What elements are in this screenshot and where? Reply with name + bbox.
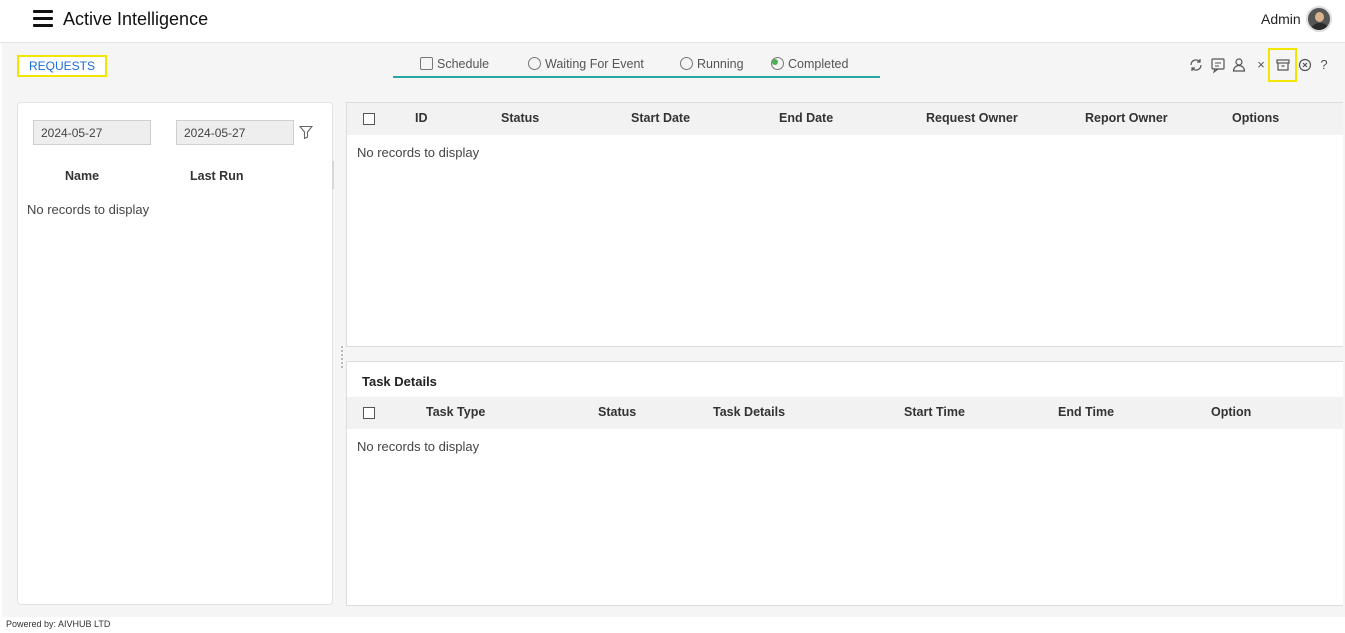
task-details-title: Task Details: [362, 374, 437, 389]
column-header-report-owner[interactable]: Report Owner: [1085, 111, 1168, 125]
status-tabs: Schedule Waiting For Event Running Compl…: [393, 54, 880, 78]
date-to-input[interactable]: [176, 120, 294, 145]
column-header-start-time[interactable]: Start Time: [904, 405, 965, 419]
tab-label: Completed: [788, 57, 849, 71]
user-avatar[interactable]: [1306, 6, 1332, 32]
column-header-start-date[interactable]: Start Date: [631, 111, 690, 125]
comment-icon[interactable]: [1210, 56, 1226, 74]
column-header-options[interactable]: Options: [1232, 111, 1279, 125]
top-bar: Active Intelligence Admin: [0, 0, 1345, 43]
column-resize-handle[interactable]: [332, 161, 334, 189]
date-from-input[interactable]: [33, 120, 151, 145]
column-header-name[interactable]: Name: [65, 169, 99, 183]
tab-completed[interactable]: Completed: [771, 57, 848, 71]
column-header-end-date[interactable]: End Date: [779, 111, 833, 125]
task-details-grid: Task Details Task Type Status Task Detai…: [346, 361, 1343, 606]
column-header-last-run[interactable]: Last Run: [190, 169, 243, 183]
calendar-clock-icon: [420, 57, 433, 70]
requests-section-label[interactable]: REQUESTS: [17, 55, 107, 77]
column-header-task-type[interactable]: Task Type: [426, 405, 485, 419]
tab-label: Schedule: [437, 57, 490, 71]
app-title: Active Intelligence: [63, 9, 209, 29]
tab-running[interactable]: Running: [680, 57, 744, 71]
help-icon[interactable]: ?: [1316, 56, 1332, 74]
archive-highlight: [1268, 48, 1297, 82]
column-header-task-details[interactable]: Task Details: [713, 405, 785, 419]
column-header-request-owner[interactable]: Request Owner: [926, 111, 1018, 125]
user-name[interactable]: Admin: [1261, 11, 1301, 27]
grid-header: Task Type Status Task Details Start Time…: [347, 397, 1343, 429]
refresh-icon[interactable]: [1188, 56, 1204, 74]
close-icon[interactable]: ×: [1253, 56, 1269, 74]
footer-text: Powered by: AIVHUB LTD: [6, 619, 111, 629]
request-list-panel: Name Last Run No records to display: [17, 102, 334, 605]
select-all-checkbox[interactable]: [363, 113, 375, 125]
empty-message: No records to display: [357, 145, 480, 160]
column-header-status[interactable]: Status: [501, 111, 539, 125]
filter-icon[interactable]: [299, 125, 313, 139]
grid-header: ID Status Start Date End Date Request Ow…: [347, 103, 1343, 135]
column-header-end-time[interactable]: End Time: [1058, 405, 1114, 419]
select-all-checkbox[interactable]: [363, 407, 375, 419]
column-header-id[interactable]: ID: [415, 111, 428, 125]
panel-splitter[interactable]: [340, 344, 344, 372]
column-header-status[interactable]: Status: [598, 405, 636, 419]
user-icon[interactable]: [1231, 56, 1247, 74]
tab-schedule[interactable]: Schedule: [420, 57, 489, 71]
empty-message: No records to display: [357, 439, 480, 454]
tab-label: Running: [697, 57, 744, 71]
empty-message: No records to display: [27, 202, 150, 217]
waiting-icon: [528, 57, 541, 70]
active-indicator-dot: [772, 59, 778, 65]
column-header-option[interactable]: Option: [1211, 405, 1251, 419]
hamburger-icon[interactable]: [33, 10, 53, 27]
tab-label: Waiting For Event: [545, 57, 644, 71]
requests-grid: ID Status Start Date End Date Request Ow…: [346, 102, 1343, 347]
cancel-circle-icon[interactable]: [1297, 56, 1313, 74]
tab-waiting-for-event[interactable]: Waiting For Event: [528, 57, 644, 71]
running-icon: [680, 57, 693, 70]
